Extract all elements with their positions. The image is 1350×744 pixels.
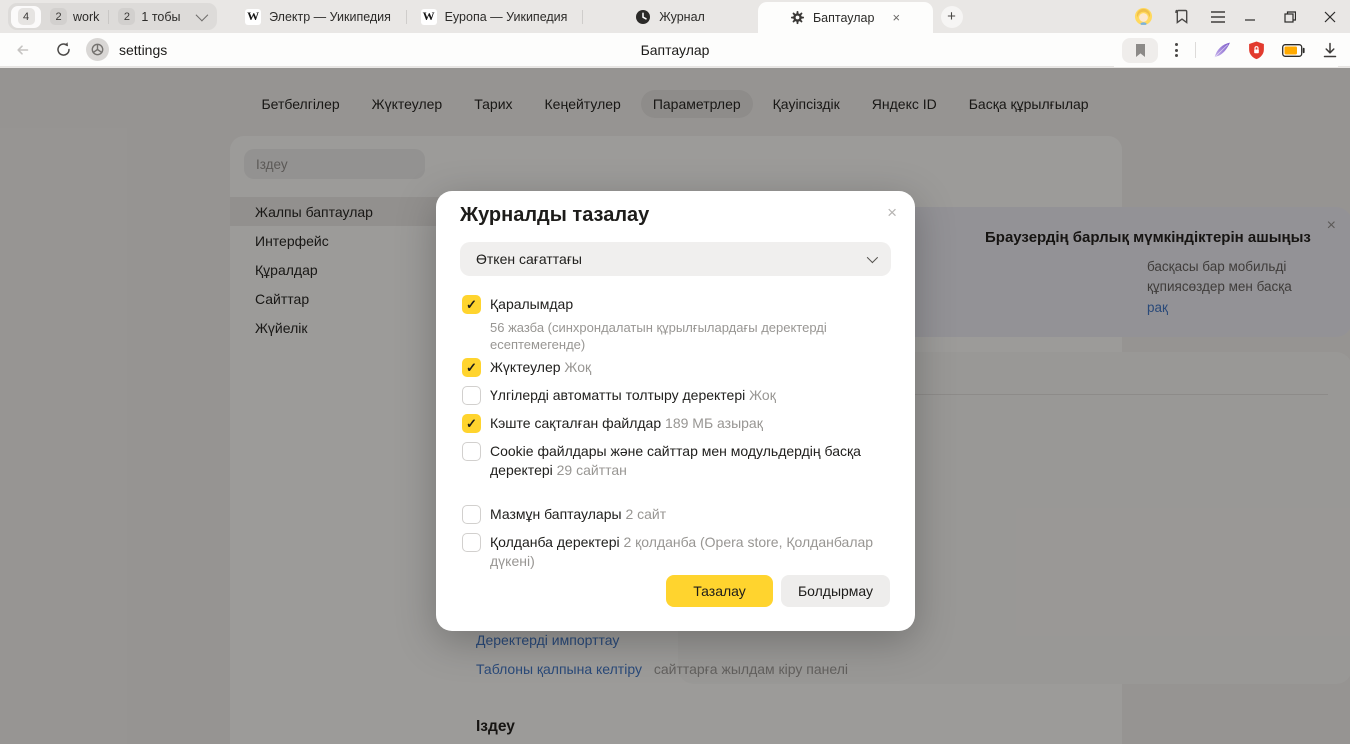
tab-history[interactable]: Журнал bbox=[583, 0, 758, 33]
tab-title: Еуропа — Уикипедия bbox=[445, 10, 568, 24]
time-range-value: Өткен сағаттағы bbox=[476, 251, 582, 267]
checkbox-hint: 189 МБ азырақ bbox=[665, 415, 763, 431]
chevron-down-icon bbox=[867, 252, 878, 263]
tab-settings[interactable]: Баптаулар × bbox=[758, 2, 933, 33]
feather-extension-icon[interactable] bbox=[1213, 41, 1231, 59]
battery-icon[interactable] bbox=[1282, 44, 1305, 57]
time-range-select[interactable]: Өткен сағаттағы bbox=[460, 242, 891, 276]
checkbox-row-visits[interactable]: Қаралымдар 56 жазба (синхрондалатын құры… bbox=[462, 295, 882, 353]
checkbox-row-cache[interactable]: Кэште сақталған файлдар 189 МБ азырақ bbox=[462, 414, 882, 433]
chevron-down-icon[interactable] bbox=[195, 9, 208, 22]
clear-history-dialog: × Журналды тазалау Өткен сағаттағы Қарал… bbox=[436, 191, 915, 631]
tab-group-count-badge: 2 bbox=[50, 8, 67, 25]
clock-icon bbox=[635, 9, 651, 25]
tabbar-right-cluster bbox=[1134, 7, 1226, 26]
checkbox-hint: 2 сайт bbox=[625, 506, 666, 522]
yandex-browser-icon bbox=[86, 38, 109, 61]
gear-icon bbox=[790, 10, 805, 25]
checkbox[interactable] bbox=[462, 386, 481, 405]
tab-title: Электр — Уикипедия bbox=[269, 10, 391, 24]
wikipedia-icon: W bbox=[421, 9, 437, 25]
bookmark-button[interactable] bbox=[1122, 38, 1158, 63]
tab-group-count-badge: 2 bbox=[118, 8, 135, 25]
tab-group-1-toby[interactable]: 2 1 тобы bbox=[115, 8, 183, 25]
checkbox-label: Қаралымдар bbox=[490, 296, 573, 312]
checkbox-row-content-settings[interactable]: Мазмұн баптаулары 2 сайт bbox=[462, 505, 882, 524]
tab-wikipedia-1[interactable]: W Электр — Уикипедия bbox=[231, 0, 406, 33]
tab-group-label: work bbox=[73, 10, 99, 24]
checkbox-row-app-data[interactable]: Қолданба деректері 2 қолданба (Opera sto… bbox=[462, 533, 882, 571]
url-bar[interactable]: settings bbox=[86, 38, 175, 61]
wikipedia-icon: W bbox=[245, 9, 261, 25]
url-text[interactable]: settings bbox=[119, 42, 175, 58]
checkbox-row-downloads[interactable]: Жүктеулер Жоқ bbox=[462, 358, 882, 377]
checkbox[interactable] bbox=[462, 295, 481, 314]
bookmark-icon bbox=[1134, 43, 1147, 58]
tab-title: Журнал bbox=[659, 10, 705, 24]
tab-close-icon[interactable]: × bbox=[892, 10, 900, 25]
divider bbox=[1195, 42, 1196, 58]
checkbox-hint: Жоқ bbox=[564, 359, 591, 375]
checkbox[interactable] bbox=[462, 358, 481, 377]
tab-wikipedia-2[interactable]: W Еуропа — Уикипедия bbox=[407, 0, 582, 33]
browser-window: 4 2 work 2 1 тобы W Электр — Уикипедия W… bbox=[0, 0, 1350, 744]
close-window-button[interactable] bbox=[1324, 11, 1336, 23]
tab-bar: 4 2 work 2 1 тобы W Электр — Уикипедия W… bbox=[0, 0, 1350, 33]
checkbox[interactable] bbox=[462, 533, 481, 552]
checkbox[interactable] bbox=[462, 414, 481, 433]
checkbox[interactable] bbox=[462, 505, 481, 524]
tab-group-work[interactable]: 2 work bbox=[47, 8, 102, 25]
back-icon[interactable] bbox=[14, 42, 31, 58]
download-icon[interactable] bbox=[1322, 42, 1338, 59]
checkbox-label: Мазмұн баптаулары bbox=[490, 506, 622, 522]
checkbox-subtext: 56 жазба (синхрондалатын құрылғылардағы … bbox=[490, 319, 882, 353]
cancel-button[interactable]: Болдырмау bbox=[781, 575, 890, 607]
checkbox-label: Қолданба деректері bbox=[490, 534, 620, 550]
menu-icon[interactable] bbox=[1210, 10, 1226, 24]
profile-avatar[interactable] bbox=[1134, 7, 1153, 26]
checkbox-row-cookies[interactable]: Cookie файлдары және сайттар мен модульд… bbox=[462, 442, 882, 480]
toolbar-right-cluster bbox=[1114, 33, 1338, 67]
checkbox-label: Cookie файлдары және сайттар мен модульд… bbox=[490, 443, 861, 478]
reload-icon[interactable] bbox=[55, 41, 72, 58]
restore-button[interactable] bbox=[1284, 11, 1296, 23]
protect-shield-icon[interactable] bbox=[1248, 41, 1265, 60]
more-options-icon[interactable] bbox=[1175, 43, 1178, 57]
checkbox-hint: Жоқ bbox=[749, 387, 776, 403]
clear-button[interactable]: Тазалау bbox=[666, 575, 773, 607]
checkbox-hint: 29 сайттан bbox=[557, 462, 627, 478]
checkbox-label: Үлгілерді автоматты толтыру деректері bbox=[490, 387, 745, 403]
divider bbox=[108, 10, 109, 24]
checkbox-label: Жүктеулер bbox=[490, 359, 561, 375]
dialog-title: Журналды тазалау bbox=[460, 204, 649, 227]
dialog-close-icon[interactable]: × bbox=[883, 199, 901, 227]
tab-title: Баптаулар bbox=[813, 11, 875, 25]
tab-strip: W Электр — Уикипедия W Еуропа — Уикипеди… bbox=[231, 0, 1118, 33]
checkbox-row-autofill[interactable]: Үлгілерді автоматты толтыру деректері Жо… bbox=[462, 386, 882, 405]
minimize-button[interactable] bbox=[1244, 11, 1256, 23]
checkbox-label: Кэште сақталған файлдар bbox=[490, 415, 661, 431]
collections-icon[interactable] bbox=[1173, 8, 1190, 25]
tab-group-label: 1 тобы bbox=[141, 10, 180, 24]
tab-group-count-badge: 4 bbox=[18, 8, 35, 25]
window-controls bbox=[1244, 11, 1336, 23]
checkbox[interactable] bbox=[462, 442, 481, 461]
tab-groups-cluster: 4 2 work 2 1 тобы bbox=[8, 3, 217, 30]
settings-page: Бетбелгілер Жүктеулер Тарих Кеңейтулер П… bbox=[0, 68, 1350, 744]
address-toolbar: settings Баптаулар bbox=[0, 33, 1350, 67]
tab-group-active[interactable]: 4 bbox=[11, 6, 41, 28]
new-tab-button[interactable]: + bbox=[941, 6, 963, 28]
